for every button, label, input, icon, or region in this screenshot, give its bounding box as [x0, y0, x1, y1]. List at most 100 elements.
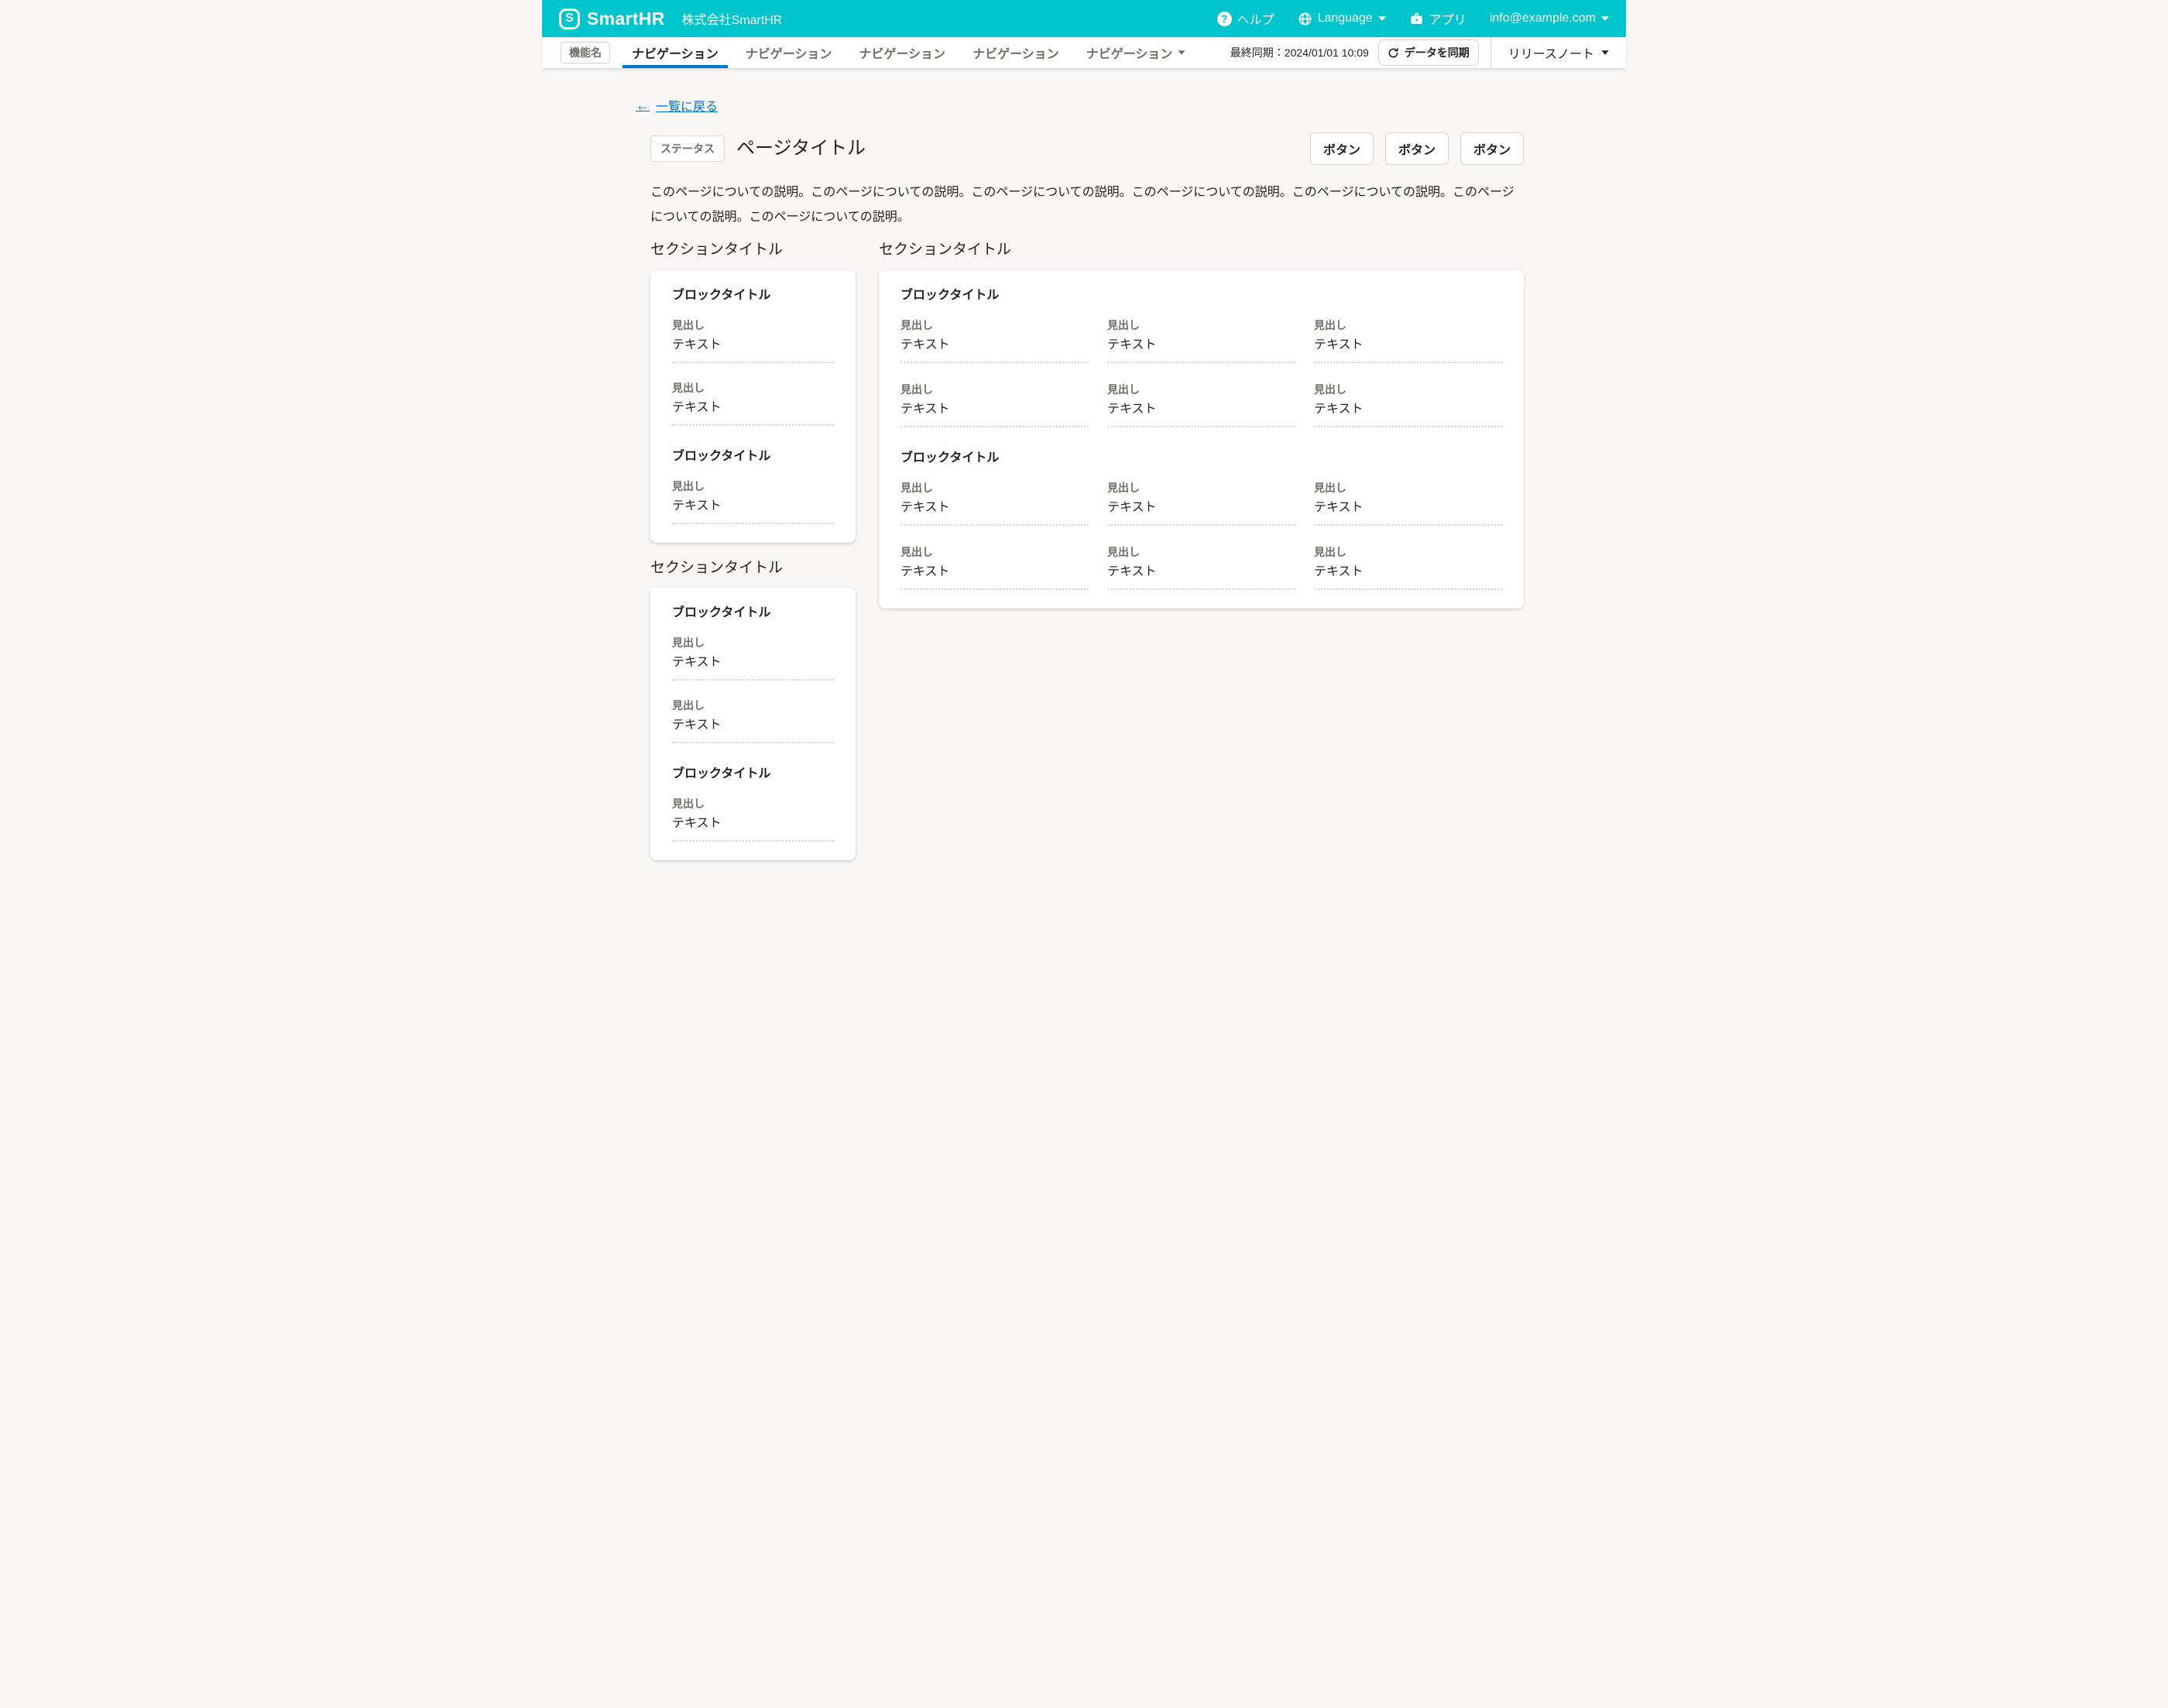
nav-item[interactable]: ナビゲーション [1077, 37, 1195, 68]
logo-wordmark: SmartHR [587, 9, 665, 29]
status-badge: ステータス [650, 135, 725, 162]
rows: 見出しテキスト見出しテキスト [672, 317, 834, 426]
action-button[interactable]: ボタン [1385, 132, 1449, 165]
account-email: info@example.com [1490, 12, 1596, 26]
block-title: ブロックタイトル [900, 449, 1502, 468]
field-value: テキスト [900, 563, 1089, 590]
app-header: S SmartHR 株式会社SmartHR ? ヘルプ Language [542, 0, 1626, 37]
page-description: このページについての説明。このページについての説明。このページについての説明。こ… [650, 180, 1524, 230]
field-value: テキスト [1314, 499, 1502, 526]
block: ブロックタイトル見出しテキスト見出しテキスト [672, 604, 834, 743]
field-value: テキスト [900, 400, 1089, 427]
field-label: 見出し [1107, 382, 1295, 398]
field-value: テキスト [1107, 336, 1295, 363]
section-title: セクションタイトル [650, 558, 856, 579]
block: ブロックタイトル見出しテキスト [672, 448, 834, 524]
field-row: 見出しテキスト [1107, 480, 1295, 526]
section: セクションタイトルブロックタイトル見出しテキスト見出しテキストブロックタイトル見… [650, 240, 856, 543]
sync-data-button[interactable]: データを同期 [1378, 39, 1479, 66]
action-button[interactable]: ボタン [1310, 132, 1374, 165]
card: ブロックタイトル見出しテキスト見出しテキスト見出しテキスト見出しテキスト見出しテ… [879, 270, 1524, 609]
field-value: テキスト [1314, 400, 1502, 427]
field-row: 見出しテキスト [672, 635, 834, 681]
help-link[interactable]: ? ヘルプ [1217, 9, 1274, 28]
left-column: セクションタイトルブロックタイトル見出しテキスト見出しテキストブロックタイトル見… [650, 240, 856, 860]
field-label: 見出し [1314, 480, 1502, 496]
question-circle-icon: ? [1217, 12, 1232, 26]
field-label: 見出し [900, 544, 1089, 561]
field-label: 見出し [672, 796, 834, 812]
chevron-down-icon [1378, 16, 1386, 21]
section-title: セクションタイトル [650, 240, 856, 261]
release-notes-menu[interactable]: リリースノート [1491, 43, 1626, 62]
apps-menu[interactable]: アプリ [1409, 9, 1466, 28]
nav-item-label: ナビゲーション [973, 43, 1059, 62]
app-root: S SmartHR 株式会社SmartHR ? ヘルプ Language [542, 0, 1626, 886]
card: ブロックタイトル見出しテキスト見出しテキストブロックタイトル見出しテキスト [650, 588, 856, 860]
rows: 見出しテキスト [672, 478, 834, 524]
block-title: ブロックタイトル [672, 286, 834, 305]
field-row: 見出しテキスト [1314, 480, 1502, 526]
field-row: 見出しテキスト [900, 480, 1089, 526]
language-menu[interactable]: Language [1298, 12, 1386, 26]
card: ブロックタイトル見出しテキスト見出しテキストブロックタイトル見出しテキスト [650, 270, 856, 543]
nav-right: 最終同期：2024/01/01 10:09 データを同期 リリースノート [1230, 37, 1626, 68]
field-row: 見出しテキスト [672, 317, 834, 363]
field-label: 見出し [1107, 317, 1295, 334]
globe-icon [1298, 12, 1312, 26]
page-title: ページタイトル [736, 136, 866, 160]
title-buttons: ボタンボタンボタン [1310, 132, 1524, 165]
field-value: テキスト [900, 336, 1089, 363]
nav-item[interactable]: ナビゲーション [963, 37, 1069, 68]
nav-item-label: ナビゲーション [746, 43, 832, 62]
section: セクションタイトルブロックタイトル見出しテキスト見出しテキストブロックタイトル見… [650, 558, 856, 861]
field-row: 見出しテキスト [672, 698, 834, 743]
chevron-down-icon [1601, 16, 1609, 21]
block: ブロックタイトル見出しテキスト見出しテキスト見出しテキスト見出しテキスト見出しテ… [900, 286, 1502, 427]
field-label: 見出し [672, 635, 834, 651]
field-value: テキスト [1314, 563, 1502, 590]
field-row: 見出しテキスト [900, 382, 1089, 427]
block-title: ブロックタイトル [672, 604, 834, 622]
nav-item[interactable]: ナビゲーション [736, 37, 842, 68]
field-label: 見出し [900, 480, 1089, 496]
field-label: 見出し [1314, 382, 1502, 398]
briefcase-icon [1409, 12, 1424, 26]
help-label: ヘルプ [1237, 9, 1274, 28]
refresh-icon [1388, 47, 1399, 59]
field-label: 見出し [900, 382, 1089, 398]
section: セクションタイトルブロックタイトル見出しテキスト見出しテキスト見出しテキスト見出… [879, 240, 1524, 609]
account-menu[interactable]: info@example.com [1490, 12, 1609, 26]
field-label: 見出し [672, 478, 834, 495]
block-title: ブロックタイトル [900, 286, 1502, 305]
field-row: 見出しテキスト [672, 380, 834, 426]
title-row: ステータス ページタイトル ボタンボタンボタン [650, 132, 1524, 165]
language-label: Language [1318, 12, 1373, 26]
field-row: 見出しテキスト [1314, 382, 1502, 427]
back-link[interactable]: ← 一覧に戻る [636, 96, 718, 115]
field-value: テキスト [1107, 499, 1295, 526]
logo-s-glyph: S [565, 12, 574, 25]
page-main: ← 一覧に戻る ステータス ページタイトル ボタンボタンボタン このページについ… [542, 69, 1626, 886]
block: ブロックタイトル見出しテキスト見出しテキスト見出しテキスト見出しテキスト見出しテ… [900, 449, 1502, 590]
field-value: テキスト [672, 336, 834, 363]
field-row: 見出しテキスト [1107, 382, 1295, 427]
release-notes-label: リリースノート [1508, 43, 1594, 62]
app-nav: 機能名 ナビゲーションナビゲーションナビゲーションナビゲーションナビゲーション … [542, 37, 1626, 69]
apps-label: アプリ [1429, 9, 1466, 28]
field-row: 見出しテキスト [900, 317, 1089, 363]
nav-item[interactable]: ナビゲーション [623, 37, 728, 68]
action-button[interactable]: ボタン [1460, 132, 1524, 165]
field-value: テキスト [672, 716, 834, 743]
nav-item-label: ナビゲーション [632, 43, 719, 62]
field-row: 見出しテキスト [1107, 317, 1295, 363]
nav-item-label: ナビゲーション [859, 43, 945, 62]
smarthr-logo[interactable]: S SmartHR [559, 9, 665, 29]
field-value: テキスト [672, 399, 834, 426]
nav-item[interactable]: ナビゲーション [849, 37, 955, 68]
field-value: テキスト [672, 653, 834, 681]
block: ブロックタイトル見出しテキスト見出しテキスト [672, 286, 834, 426]
smarthr-logo-icon: S [559, 9, 580, 29]
rows: 見出しテキスト見出しテキスト見出しテキスト見出しテキスト見出しテキスト見出しテキ… [900, 480, 1502, 590]
sync-data-label: データを同期 [1405, 45, 1470, 60]
